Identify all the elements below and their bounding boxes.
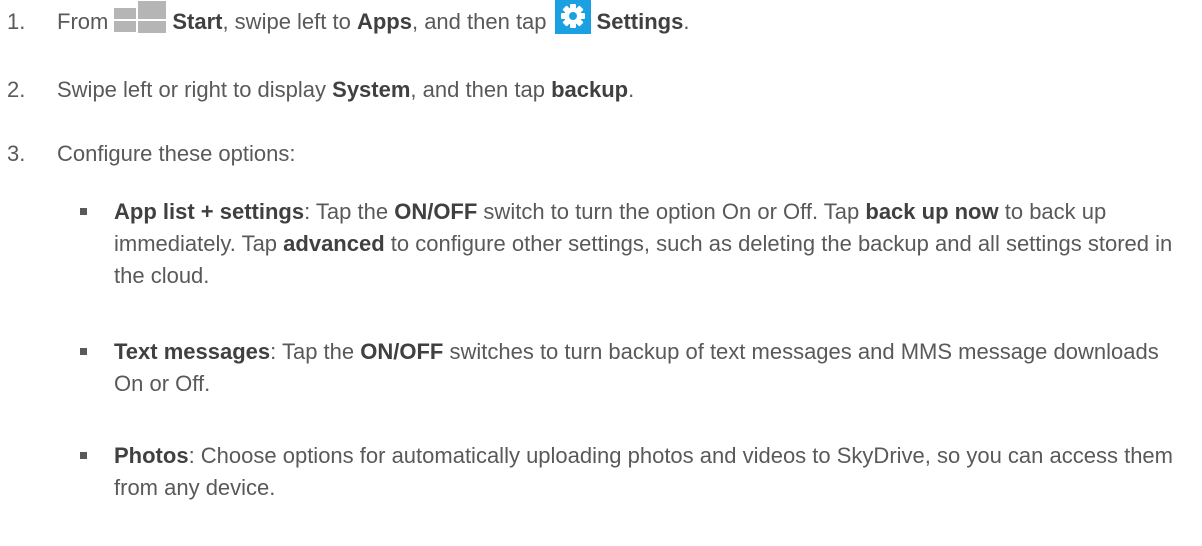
windows-start-icon	[114, 0, 167, 34]
step-3: 3. Configure these options:	[7, 138, 296, 170]
step-text: .	[683, 9, 690, 34]
option-app-list-settings: App list + settings: Tap the ON/OFF swit…	[80, 196, 1190, 292]
option-text-messages: Text messages: Tap the ON/OFF switches t…	[80, 336, 1190, 400]
option-text: App list + settings: Tap the ON/OFF swit…	[114, 196, 1190, 292]
option-text: Photos: Choose options for automatically…	[114, 440, 1190, 504]
option-title: Text messages	[114, 339, 271, 364]
advanced-label: advanced	[283, 231, 385, 256]
settings-gear-icon	[554, 0, 591, 35]
step-text: From	[57, 9, 109, 34]
step-text: , and then tap	[410, 77, 552, 102]
option-text: Text messages: Tap the ON/OFF switches t…	[114, 336, 1190, 400]
step-text: Configure these options:	[57, 141, 296, 166]
step-text: , and then tap	[411, 9, 547, 34]
step-1: 1. From Start, swipe left to Apps, and th…	[7, 0, 690, 38]
bullet-icon	[80, 208, 87, 215]
step-2: 2. Swipe left or right to display System,…	[7, 74, 634, 106]
step-number: 2.	[7, 77, 26, 102]
step-number: 1.	[7, 9, 26, 34]
system-label: System	[332, 77, 411, 102]
start-label: Start	[172, 9, 223, 34]
option-body: : Tap the	[270, 339, 361, 364]
bullet-icon	[80, 348, 87, 355]
backup-label: backup	[551, 77, 629, 102]
on-off-label: ON/OFF	[360, 339, 444, 364]
back-up-now-label: back up now	[865, 199, 999, 224]
option-title: Photos	[114, 443, 189, 468]
settings-label: Settings	[596, 9, 684, 34]
option-body: switch to turn the option On or Off. Tap	[477, 199, 866, 224]
on-off-label: ON/OFF	[394, 199, 478, 224]
step-text: Swipe left or right to display	[57, 77, 333, 102]
option-body: : Choose options for automatically uploa…	[114, 443, 1173, 500]
option-title: App list + settings	[114, 199, 305, 224]
step-text: , swipe left to	[222, 9, 357, 34]
step-text: .	[628, 77, 635, 102]
step-number: 3.	[7, 141, 26, 166]
apps-label: Apps	[356, 9, 412, 34]
option-photos: Photos: Choose options for automatically…	[80, 440, 1190, 504]
option-body: : Tap the	[304, 199, 395, 224]
bullet-icon	[80, 452, 87, 459]
